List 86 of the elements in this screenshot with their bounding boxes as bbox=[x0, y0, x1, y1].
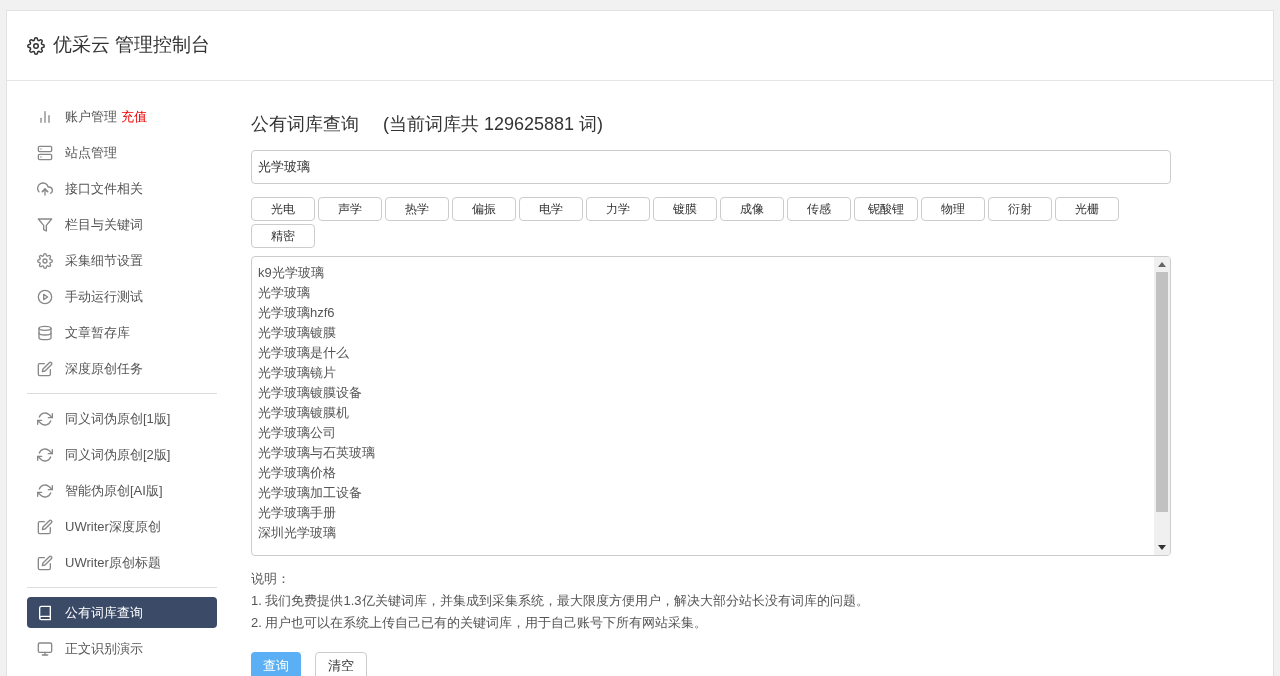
refresh-icon bbox=[37, 410, 53, 427]
edit-icon bbox=[37, 554, 53, 571]
monitor-icon bbox=[37, 640, 53, 657]
result-item[interactable]: 光学玻璃镜片 bbox=[258, 363, 1148, 383]
tag-button[interactable]: 力学 bbox=[586, 197, 650, 221]
sidebar-item[interactable]: 账户管理 充值 bbox=[27, 101, 217, 132]
page-title: 公有词库查询 bbox=[251, 113, 359, 136]
sidebar-label: 栏目与关键词 bbox=[65, 215, 143, 234]
scroll-down-icon[interactable] bbox=[1158, 545, 1166, 550]
result-item[interactable]: 光学玻璃镀膜 bbox=[258, 323, 1148, 343]
scrollbar[interactable] bbox=[1154, 257, 1170, 555]
sidebar-label: 同义词伪原创[1版] bbox=[65, 409, 171, 428]
notes-title: 说明： bbox=[251, 570, 291, 588]
sidebar-item[interactable]: 栏目与关键词 bbox=[27, 209, 217, 240]
book-icon bbox=[37, 604, 53, 621]
sidebar-label: 公有词库查询 bbox=[65, 603, 143, 622]
result-item[interactable]: 光学玻璃 bbox=[258, 283, 1148, 303]
sidebar-item[interactable]: 同义词伪原创[2版] bbox=[27, 439, 217, 470]
play-icon bbox=[37, 288, 53, 305]
server-icon bbox=[37, 144, 53, 161]
note-text: 2. 用户也可以在系统上传自己已有的关键词库，用于自己账号下所有网站采集。 bbox=[251, 614, 709, 632]
refresh-icon bbox=[37, 482, 53, 499]
sidebar-item[interactable]: 同义词伪原创[1版] bbox=[27, 403, 217, 434]
sidebar-item[interactable]: 站点管理 bbox=[27, 137, 217, 168]
sidebar-label: 智能伪原创[AI版] bbox=[65, 481, 163, 500]
sidebar-label: 同义词伪原创[2版] bbox=[65, 445, 171, 464]
edit-icon bbox=[37, 360, 53, 377]
result-item[interactable]: 光学玻璃hzf6 bbox=[258, 303, 1148, 323]
sidebar-label: UWriter深度原创 bbox=[65, 517, 161, 536]
sidebar-item[interactable]: 接口文件相关 bbox=[27, 173, 217, 204]
tag-button[interactable]: 衍射 bbox=[988, 197, 1052, 221]
sidebar-item[interactable]: UWriter深度原创 bbox=[27, 511, 217, 542]
tag-button[interactable]: 镀膜 bbox=[653, 197, 717, 221]
result-item[interactable]: 光学玻璃镀膜设备 bbox=[258, 383, 1148, 403]
tag-button[interactable]: 光电 bbox=[251, 197, 315, 221]
recharge-link[interactable]: 充值 bbox=[121, 106, 147, 127]
result-item[interactable]: k9光学玻璃 bbox=[258, 263, 1148, 283]
sidebar-label: 正文识别演示 bbox=[65, 639, 143, 658]
tag-button[interactable]: 物理 bbox=[921, 197, 985, 221]
sidebar-label: UWriter原创标题 bbox=[65, 553, 161, 572]
clear-button[interactable]: 清空 bbox=[315, 652, 367, 676]
sidebar-label: 手动运行测试 bbox=[65, 287, 143, 306]
tag-button[interactable]: 光栅 bbox=[1055, 197, 1119, 221]
results-list[interactable]: k9光学玻璃 光学玻璃 光学玻璃hzf6 光学玻璃镀膜 光学玻璃是什么 光学玻璃镜片 光学玻璃镀膜设备 光学玻璃镀膜机 光学玻璃公司 光学玻璃与石英玻璃 光学玻璃价格 光学玻璃加工设备 光学玻璃手册 深圳光学玻璃 bbox=[251, 256, 1171, 556]
database-icon bbox=[37, 324, 53, 341]
refresh-icon bbox=[37, 446, 53, 463]
result-item[interactable]: 光学玻璃公司 bbox=[258, 423, 1148, 443]
result-item[interactable]: 光学玻璃是什么 bbox=[258, 343, 1148, 363]
sidebar-item[interactable]: 采集细节设置 bbox=[27, 245, 217, 276]
result-item[interactable]: 深圳光学玻璃 bbox=[258, 523, 1148, 543]
sidebar-label: 文章暂存库 bbox=[65, 323, 130, 342]
bar-chart-icon bbox=[37, 108, 53, 125]
sidebar-item[interactable]: 公有词库查询 bbox=[27, 597, 217, 628]
sidebar-label: 采集细节设置 bbox=[65, 251, 143, 270]
result-item[interactable]: 光学玻璃与石英玻璃 bbox=[258, 443, 1148, 463]
tag-button[interactable]: 电学 bbox=[519, 197, 583, 221]
sidebar-label: 站点管理 bbox=[65, 143, 117, 162]
sidebar-label: 深度原创任务 bbox=[65, 359, 143, 378]
scroll-up-icon[interactable] bbox=[1158, 262, 1166, 267]
filter-icon bbox=[37, 216, 53, 233]
tag-button[interactable]: 铌酸锂 bbox=[854, 197, 918, 221]
sidebar-item[interactable]: UWriter原创标题 bbox=[27, 547, 217, 578]
tag-button[interactable]: 热学 bbox=[385, 197, 449, 221]
tag-button[interactable]: 声学 bbox=[318, 197, 382, 221]
search-field[interactable]: 光学玻璃 bbox=[251, 150, 1171, 184]
result-item[interactable]: 光学玻璃加工设备 bbox=[258, 483, 1148, 503]
tag-button[interactable]: 成像 bbox=[720, 197, 784, 221]
word-count: (当前词库共 129625881 词) bbox=[383, 113, 604, 136]
tag-button[interactable]: 传感 bbox=[787, 197, 851, 221]
console-title: 优采云 管理控制台 bbox=[53, 33, 211, 58]
tag-button[interactable]: 精密 bbox=[251, 224, 315, 248]
edit-icon bbox=[37, 518, 53, 535]
sidebar-label: 接口文件相关 bbox=[65, 179, 143, 198]
sidebar-item[interactable]: 正文识别演示 bbox=[27, 633, 217, 664]
result-item[interactable]: 光学玻璃价格 bbox=[258, 463, 1148, 483]
tag-button[interactable]: 偏振 bbox=[452, 197, 516, 221]
cloud-upload-icon bbox=[37, 180, 53, 197]
note-text: 1. 我们免费提供1.3亿关键词库，并集成到采集系统，最大限度方便用户，解决大部分站长没有词库的问题。 bbox=[251, 592, 870, 610]
result-item[interactable]: 光学玻璃镀膜机 bbox=[258, 403, 1148, 423]
sidebar-item[interactable]: 智能伪原创[AI版] bbox=[27, 475, 217, 506]
settings-icon bbox=[27, 36, 45, 55]
sidebar-item[interactable]: 文章暂存库 bbox=[27, 317, 217, 348]
sidebar-item[interactable]: 深度原创任务 bbox=[27, 353, 217, 384]
result-item[interactable]: 光学玻璃手册 bbox=[258, 503, 1148, 523]
sidebar-item[interactable]: 手动运行测试 bbox=[27, 281, 217, 312]
sidebar-label: 账户管理 bbox=[65, 107, 117, 126]
